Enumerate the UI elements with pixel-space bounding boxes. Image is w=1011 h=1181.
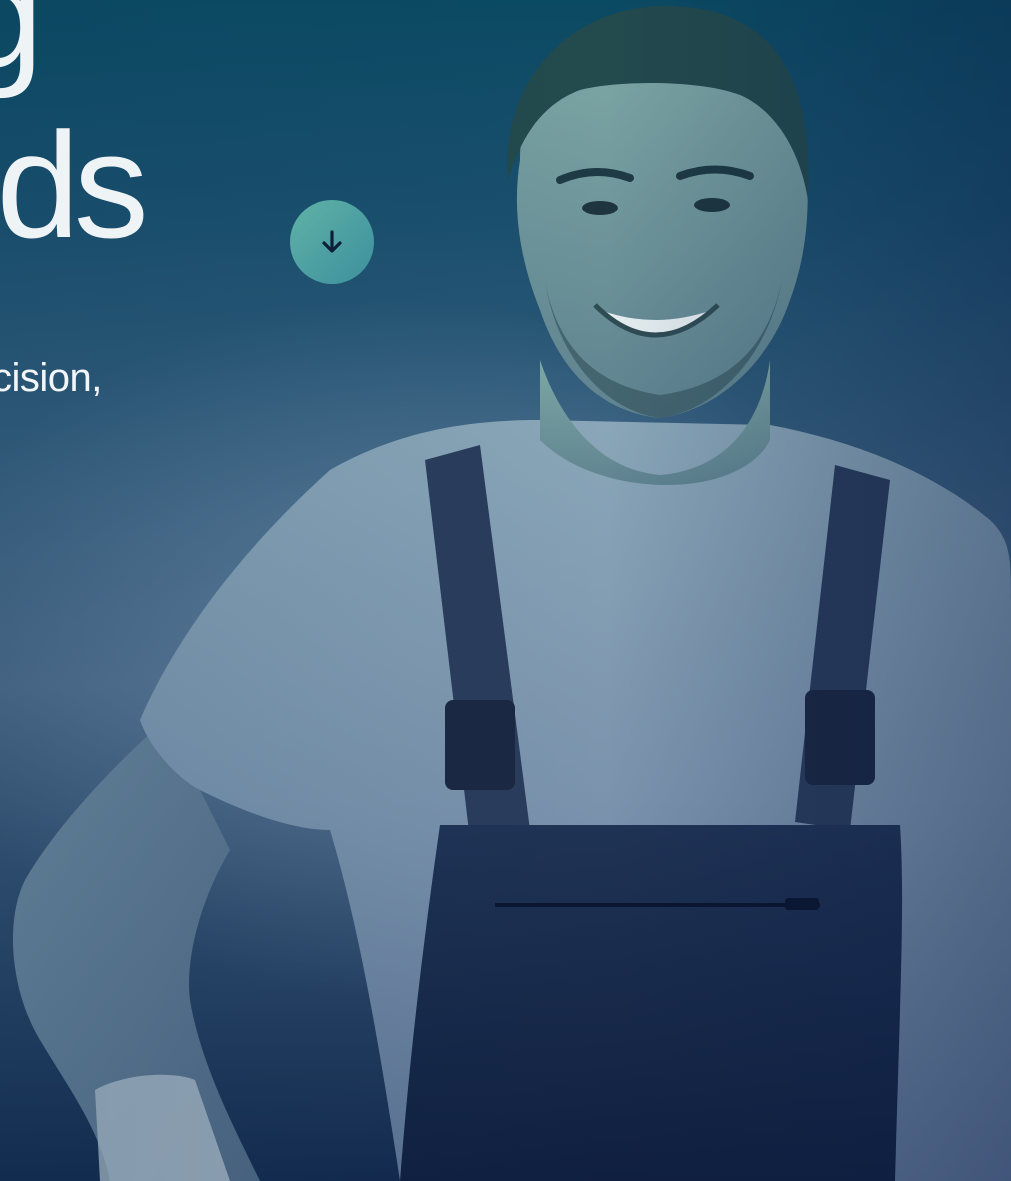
scroll-down-button[interactable]: [290, 200, 374, 284]
hero-color-overlay: [0, 0, 1011, 1181]
headline-line-2: ards: [0, 101, 149, 269]
hero-subtitle: cision,: [0, 356, 102, 400]
headline-line-1: g: [0, 0, 143, 90]
hero-headline: g ards: [0, 0, 149, 269]
hero-section: g ards cision,: [0, 0, 1011, 1181]
arrow-down-icon: [322, 230, 342, 253]
